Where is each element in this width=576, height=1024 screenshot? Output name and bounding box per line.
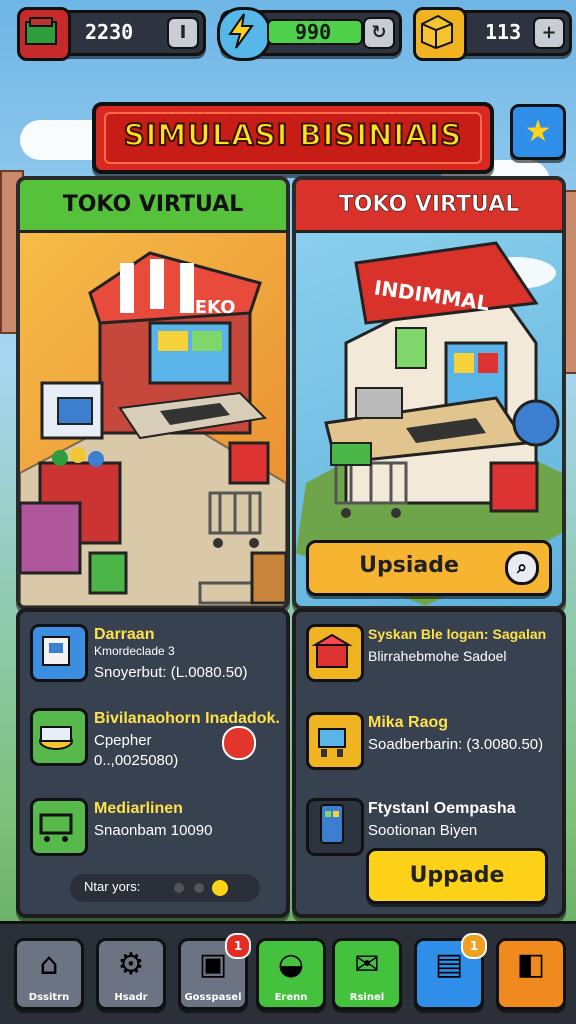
pager-label: Ntar yors: bbox=[84, 879, 141, 894]
left-row2-title: Bivilanaohorn Inadadok. bbox=[94, 710, 280, 727]
right-row3-title: Ftystanl Oempasha bbox=[368, 800, 516, 817]
right-row3-sub: Sootionan Biyen bbox=[368, 822, 478, 839]
cart-icon bbox=[30, 798, 88, 856]
store-card-right[interactable]: TOKO VIRTUAL INDIMMAL Upsiade ⌕ bbox=[292, 176, 566, 610]
nav-settings-button[interactable]: ⚙ Hsadr bbox=[96, 938, 166, 1010]
chat-icon: ✉ bbox=[354, 947, 380, 982]
store-left-illustration: IEKO bbox=[20, 233, 286, 606]
gem-value: 113 bbox=[485, 20, 522, 44]
nav-inventory-label: Gosspasel bbox=[184, 992, 242, 1003]
store-right-header: TOKO VIRTUAL bbox=[296, 180, 562, 233]
store-right-upgrade-button[interactable]: Upsiade ⌕ bbox=[306, 540, 552, 596]
star-icon: ★ bbox=[524, 114, 552, 149]
pager-dot-1[interactable] bbox=[174, 883, 184, 893]
right-row1-sub: Blirrahebmohe Sadoel bbox=[368, 648, 507, 664]
machine-icon bbox=[30, 624, 88, 682]
cash-value: 2230 bbox=[85, 20, 134, 44]
cash-icon bbox=[17, 7, 71, 61]
search-icon: ⌕ bbox=[505, 551, 539, 585]
pager: Ntar yors: bbox=[70, 874, 260, 902]
energy-refresh-button[interactable]: ↻ bbox=[363, 17, 395, 49]
shop-icon bbox=[306, 624, 364, 682]
gear-icon: ⚙ bbox=[117, 947, 145, 982]
page-title: SIMULASI BISINIAIS bbox=[123, 117, 463, 153]
tools-icon bbox=[306, 712, 364, 770]
nav-inventory-button[interactable]: ▣ Gosspasel 1 bbox=[178, 933, 251, 1010]
right-panel-upgrade-button[interactable]: Uppade bbox=[366, 848, 548, 904]
nav-food-label: Erenn bbox=[274, 992, 308, 1003]
add-gem-button[interactable]: + bbox=[533, 17, 565, 49]
nav-bag-button[interactable]: ◧ bbox=[496, 938, 566, 1010]
left-info-panel: Darraan Kmordeclade 3 Snoyerbut: (L.0080… bbox=[16, 608, 290, 918]
right-row2-title: Mika Raog bbox=[368, 714, 449, 731]
alert-dots-icon[interactable] bbox=[222, 726, 256, 760]
nav-chat-label: Rsinel bbox=[349, 992, 385, 1003]
home-icon: ⌂ bbox=[39, 947, 59, 982]
left-row1-stat: Snoyerbut: (L.0080.50) bbox=[94, 664, 248, 681]
box-icon bbox=[413, 7, 467, 61]
right-row2-sub: Soadberbarin: (3.0080.50) bbox=[368, 736, 544, 753]
store-right-upgrade-label: Upsiade bbox=[359, 553, 459, 578]
right-row1-title: Syskan Ble logan: Sagalan bbox=[368, 626, 547, 642]
title-banner: SIMULASI BISINIAIS bbox=[92, 102, 494, 174]
phone-icon bbox=[306, 798, 364, 856]
store-card-left[interactable]: TOKO VIRTUAL IEKO bbox=[16, 176, 290, 610]
store-left-header: TOKO VIRTUAL bbox=[20, 180, 286, 233]
pager-dot-active[interactable] bbox=[212, 880, 228, 896]
inventory-badge: 1 bbox=[225, 933, 251, 959]
gem-counter: 113 + bbox=[413, 7, 572, 61]
nav-home-button[interactable]: ⌂ Dssitrn bbox=[14, 938, 84, 1010]
nav-chat-button[interactable]: ✉ Rsinel bbox=[332, 938, 402, 1010]
bowl-icon: ◒ bbox=[277, 947, 305, 982]
energy-value: 990 bbox=[295, 20, 332, 44]
bag-icon: ◧ bbox=[516, 947, 546, 982]
energy-icon bbox=[217, 7, 271, 61]
favorites-star-button[interactable]: ★ bbox=[510, 104, 566, 160]
nav-settings-label: Hsadr bbox=[114, 992, 148, 1003]
gift-badge: 1 bbox=[461, 933, 487, 959]
store-left-sign: IEKO bbox=[188, 297, 235, 318]
cake-icon bbox=[30, 708, 88, 766]
resource-bar: 2230 I 990 ↻ 113 + bbox=[8, 4, 572, 61]
pager-dot-2[interactable] bbox=[194, 883, 204, 893]
nav-food-button[interactable]: ◒ Erenn bbox=[256, 938, 326, 1010]
bottom-nav: ⌂ Dssitrn ⚙ Hsadr ▣ Gosspasel 1 ◒ Erenn … bbox=[0, 921, 576, 1024]
left-row1-sub: Kmordeclade 3 bbox=[94, 644, 175, 658]
left-row3-title: Mediarlinen bbox=[94, 800, 183, 817]
nav-gift-button[interactable]: ▤ 1 bbox=[414, 933, 487, 1010]
cash-info-button[interactable]: I bbox=[167, 17, 199, 49]
left-row2-sub: Cpepher bbox=[94, 732, 152, 749]
left-row3-sub: Snaonbam 10090 bbox=[94, 822, 213, 839]
left-row2-stat: 0..,0025080) bbox=[94, 752, 179, 769]
cash-counter: 2230 I bbox=[17, 7, 206, 61]
left-row1-title: Darraan bbox=[94, 626, 155, 643]
energy-counter: 990 ↻ bbox=[217, 7, 402, 61]
nav-home-label: Dssitrn bbox=[28, 992, 70, 1003]
right-info-panel: Syskan Ble logan: Sagalan Blirrahebmohe … bbox=[292, 608, 566, 918]
